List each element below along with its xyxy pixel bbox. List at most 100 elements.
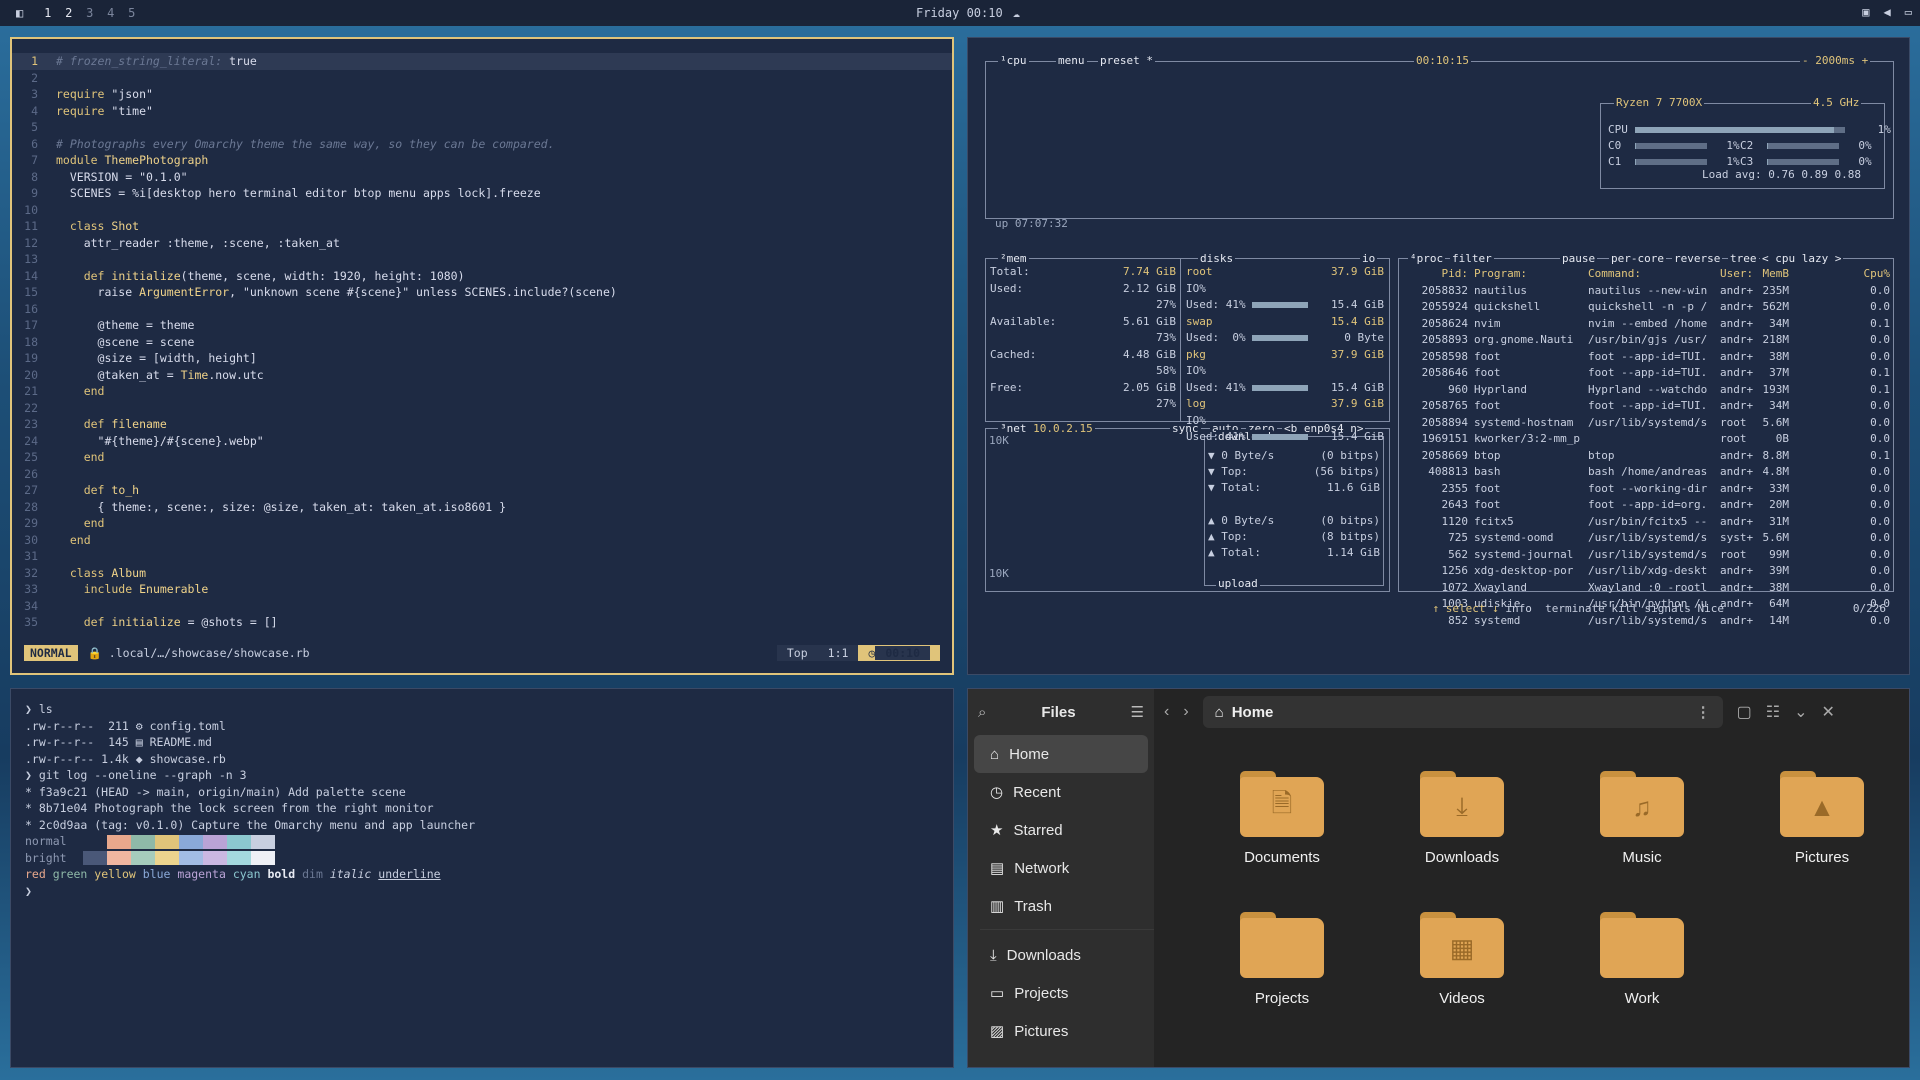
code-token: "time"	[111, 103, 153, 118]
sidebar-item-home[interactable]: ⌂ Home	[974, 735, 1148, 773]
code-line: 1 # frozen_string_literal: true	[12, 53, 952, 70]
sidebar-item-pictures[interactable]: ▨ Pictures	[974, 1012, 1148, 1050]
folder-item-music[interactable]: ♫ Music	[1552, 771, 1732, 866]
menu-button[interactable]: menu	[1056, 54, 1087, 67]
proc-tree[interactable]: tree	[1728, 252, 1759, 265]
proc-count: 0/226	[1852, 601, 1886, 615]
proc-filter[interactable]: filter	[1450, 252, 1494, 265]
proc-row-cell: 960	[1448, 382, 1468, 396]
folder-item-work[interactable]: Work	[1552, 912, 1732, 1007]
proc-select[interactable]: ↑ select ↓	[1433, 602, 1499, 615]
ul-rate: 0 Byte/s	[1221, 514, 1275, 527]
proc-pause[interactable]: pause	[1560, 252, 1598, 265]
proc-kill[interactable]: kill	[1611, 602, 1638, 615]
folder-item-projects[interactable]: Projects	[1192, 912, 1372, 1007]
proc-info[interactable]: info	[1505, 602, 1532, 615]
disk-used-label: Used: 41%	[1186, 380, 1253, 394]
code-text: def to_h	[56, 482, 139, 499]
update-interval[interactable]: - 2000ms +	[1800, 54, 1871, 67]
folder-item-downloads[interactable]: ⤓ Downloads	[1372, 771, 1552, 866]
folder-body: ▦	[1420, 918, 1504, 978]
sidebar-item-downloads[interactable]: ⤓ Downloads	[974, 936, 1148, 974]
editor-window[interactable]: 1 # frozen_string_literal: true 2 3 require …	[10, 37, 954, 675]
volume-icon[interactable]: ◀	[1884, 5, 1891, 19]
forward-icon[interactable]: ›	[1183, 703, 1188, 721]
sidebar-item-starred[interactable]: ★ Starred	[974, 811, 1148, 849]
code-text: raise ArgumentError, "unknown scene #{sc…	[56, 284, 617, 301]
code-line: 14 def initialize(theme, scene, width: 1…	[12, 268, 952, 285]
location-menu-icon[interactable]: ⋮	[1696, 703, 1711, 721]
app-menu-icon[interactable]: ◧	[16, 6, 23, 20]
proc-row-cell: 0.0	[1870, 498, 1890, 511]
proc-row-cell: andr+	[1720, 316, 1754, 330]
network-icon[interactable]: ▭	[1905, 5, 1912, 19]
terminal-window[interactable]: ❯ ls .rw-r--r-- 211 ⚙ config.toml .rw-r--r…	[10, 688, 954, 1068]
files-window[interactable]: ⌕ Files ☰ ⌂ Home ◷ Recent ★ Starred ▤ Network ▥ T…	[967, 688, 1910, 1068]
sidebar-item-projects[interactable]: ▭ Projects	[974, 974, 1148, 1012]
workspace-1[interactable]: 1	[37, 6, 58, 20]
proc-reverse[interactable]: reverse	[1672, 252, 1723, 265]
terminal-output[interactable]: ❯ ls .rw-r--r-- 211 ⚙ config.toml .rw-r--r…	[11, 689, 953, 899]
proc-percore[interactable]: per-core	[1609, 252, 1666, 265]
proc-title-text: proc	[1416, 252, 1444, 265]
location-bar[interactable]: ⌂ Home ⋮	[1202, 696, 1723, 728]
editor-buffer[interactable]: 1 # frozen_string_literal: true 2 3 require …	[12, 39, 952, 631]
proc-row-cell: /usr/lib/systemd/s	[1588, 531, 1708, 544]
folder-item-pictures[interactable]: ▲ Pictures	[1732, 771, 1909, 866]
code-token: @size = [width, height]	[56, 351, 257, 365]
proc-row-cell: foot --app-id=TUI.	[1588, 366, 1708, 379]
preset-button[interactable]: preset *	[1098, 54, 1155, 67]
cpu-core-row: C2 0%	[1740, 138, 1872, 155]
disk-name: root	[1186, 265, 1213, 278]
code-line: 21 end	[12, 383, 952, 400]
proc-row-cell: Hyprland --watchdo	[1588, 382, 1708, 396]
proc-header-cell: Cpu%	[1863, 267, 1891, 280]
proc-terminate[interactable]: terminate	[1545, 602, 1605, 615]
folder-item-videos[interactable]: ▦ Videos	[1372, 912, 1552, 1007]
disk-io: IO%	[1186, 364, 1206, 377]
terminal-prompt[interactable]: ❯	[25, 883, 953, 900]
btop-window[interactable]: ¹cpu menu preset * 00:10:15 - 2000ms + R…	[967, 37, 1910, 675]
net-title[interactable]: ³net 10.0.2.15	[998, 422, 1095, 435]
list-view-icon[interactable]: ☷	[1766, 702, 1780, 722]
screen-icon[interactable]: ▣	[1862, 5, 1869, 19]
sidebar-item-recent[interactable]: ◷ Recent	[974, 773, 1148, 811]
sidebar-item-network[interactable]: ▤ Network	[974, 849, 1148, 887]
workspace-2[interactable]: 2	[58, 6, 79, 20]
hamburger-menu-icon[interactable]: ☰	[1131, 703, 1144, 721]
search-icon[interactable]: ⌕	[978, 704, 986, 721]
proc-row-cell: 34M	[1769, 399, 1789, 412]
ul-rate-row: ▲ 0 Byte/s (0 bitps)	[1208, 513, 1380, 530]
proc-row-cell: 2058669	[1421, 448, 1468, 462]
proc-row-cell: 0.0	[1870, 465, 1890, 478]
proc-row-cell: 235M	[1762, 283, 1790, 297]
mem-row: Available: 5.61 GiB	[990, 314, 1176, 331]
palette-swatch	[155, 851, 179, 865]
line-number: 12	[24, 235, 38, 250]
proc-sort[interactable]: < cpu lazy >	[1760, 252, 1844, 265]
palette-swatch	[107, 851, 131, 865]
code-token: Enumerable	[139, 582, 209, 596]
close-icon[interactable]: ✕	[1822, 702, 1835, 722]
workspace-4[interactable]: 4	[100, 6, 121, 20]
back-icon[interactable]: ‹	[1164, 703, 1169, 721]
cpu-title[interactable]: ¹cpu	[998, 54, 1029, 67]
code-line: 30 end	[12, 532, 952, 549]
code-line: 9 SCENES = %i[desktop hero terminal edit…	[12, 185, 952, 202]
workspace-3[interactable]: 3	[79, 6, 100, 20]
new-window-icon[interactable]: ▢	[1737, 702, 1752, 722]
workspace-5[interactable]: 5	[121, 6, 142, 20]
proc-nice[interactable]: Nice	[1697, 602, 1724, 615]
code-line: 7 module ThemePhotograph	[12, 152, 952, 169]
clock[interactable]: Friday 00:10 ☁	[916, 6, 1020, 20]
cpu-core-pct: 1%	[1706, 155, 1740, 168]
chevron-down-icon[interactable]: ⌄	[1794, 702, 1807, 722]
proc-row-cell: 2355	[1441, 481, 1469, 495]
sidebar-item-trash[interactable]: ▥ Trash	[974, 887, 1148, 925]
proc-title[interactable]: ⁴proc	[1408, 252, 1446, 265]
proc-row-cell: 0.1	[1870, 366, 1890, 379]
folder-item-documents[interactable]: 🗎 Documents	[1192, 771, 1372, 866]
proc-row-cell: 0.0	[1870, 399, 1890, 412]
proc-signals[interactable]: signals	[1644, 602, 1690, 615]
proc-row-cell: 0.0	[1870, 349, 1890, 363]
